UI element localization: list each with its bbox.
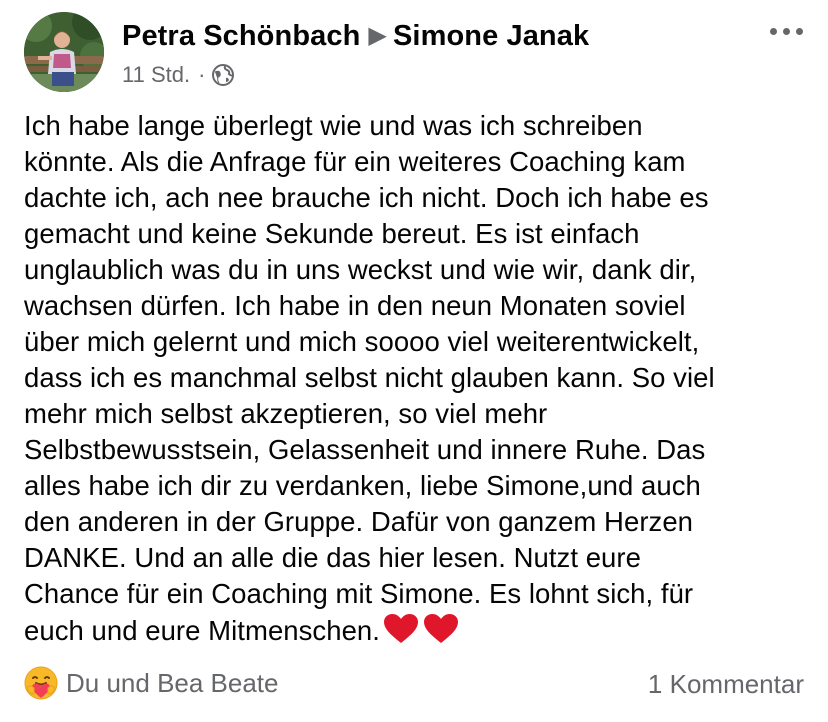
author-name[interactable]: Petra Schönbach [122,20,360,52]
post-body: Ich habe lange überlegt wie und was ich … [24,108,810,655]
comments-count-link[interactable]: 1 Kommentar [648,669,804,700]
reactions-text: Du und Bea Beate [66,667,279,698]
post-title: Petra Schönbach ▶ Simone Janak [122,20,589,53]
more-dot [796,28,803,35]
more-dot [783,28,790,35]
author-avatar[interactable] [24,12,104,92]
globe-icon[interactable] [211,63,235,87]
red-hearts-icon [382,612,462,655]
post-header: Petra Schönbach ▶ Simone Janak 11 Std. · [24,12,804,96]
post-body-line: Ich habe lange überlegt wie und was ich … [24,110,643,141]
post-body-line-text: euch und eure Mitmenschen. [24,615,380,646]
post-body-line: DANKE. Und an alle die das hier lesen. N… [24,542,641,573]
post-body-line: mehr mich selbst akzeptieren, so viel me… [24,398,548,429]
post-timestamp[interactable]: 11 Std. [122,62,190,88]
post-body-line: alles habe ich dir zu verdanken, liebe S… [24,470,701,501]
post-body-line: gemacht und keine Sekunde bereut. Es ist… [24,218,640,249]
reactions-summary[interactable]: Du und Bea Beate [24,666,279,700]
post-meta: 11 Std. · [122,62,235,88]
post-body-last-line: euch und eure Mitmenschen. [24,612,810,655]
post-body-line: dass ich es manchmal selbst nicht glaube… [24,362,715,393]
post-body-line: dachte ich, ach nee brauche ich nicht. D… [24,182,709,213]
post-body-line: den anderen in der Gruppe. Dafür von gan… [24,506,694,537]
post-body-line: Chance für ein Coaching mit Simone. Es l… [24,578,694,609]
post-body-line: könnte. Als die Anfrage für ein weiteres… [24,146,686,177]
more-options-icon[interactable] [770,22,804,42]
target-name[interactable]: Simone Janak [393,20,589,52]
post-card: Petra Schönbach ▶ Simone Janak 11 Std. · I… [0,0,828,722]
post-body-line: über mich gelernt und mich soooo viel we… [24,326,700,357]
post-body-line: Selbstbewusstsein, Gelassenheit und inne… [24,434,706,465]
more-dot [770,28,777,35]
post-body-line: wachsen dürfen. Ich habe in den neun Mon… [24,290,686,321]
post-footer: Du und Bea Beate 1 Kommentar [24,666,804,706]
meta-separator: · [198,62,206,87]
post-body-line: unglaublich was du in uns weckst und wie… [24,254,697,285]
share-arrow-icon: ▶ [368,22,387,49]
care-reaction-icon [24,666,58,700]
